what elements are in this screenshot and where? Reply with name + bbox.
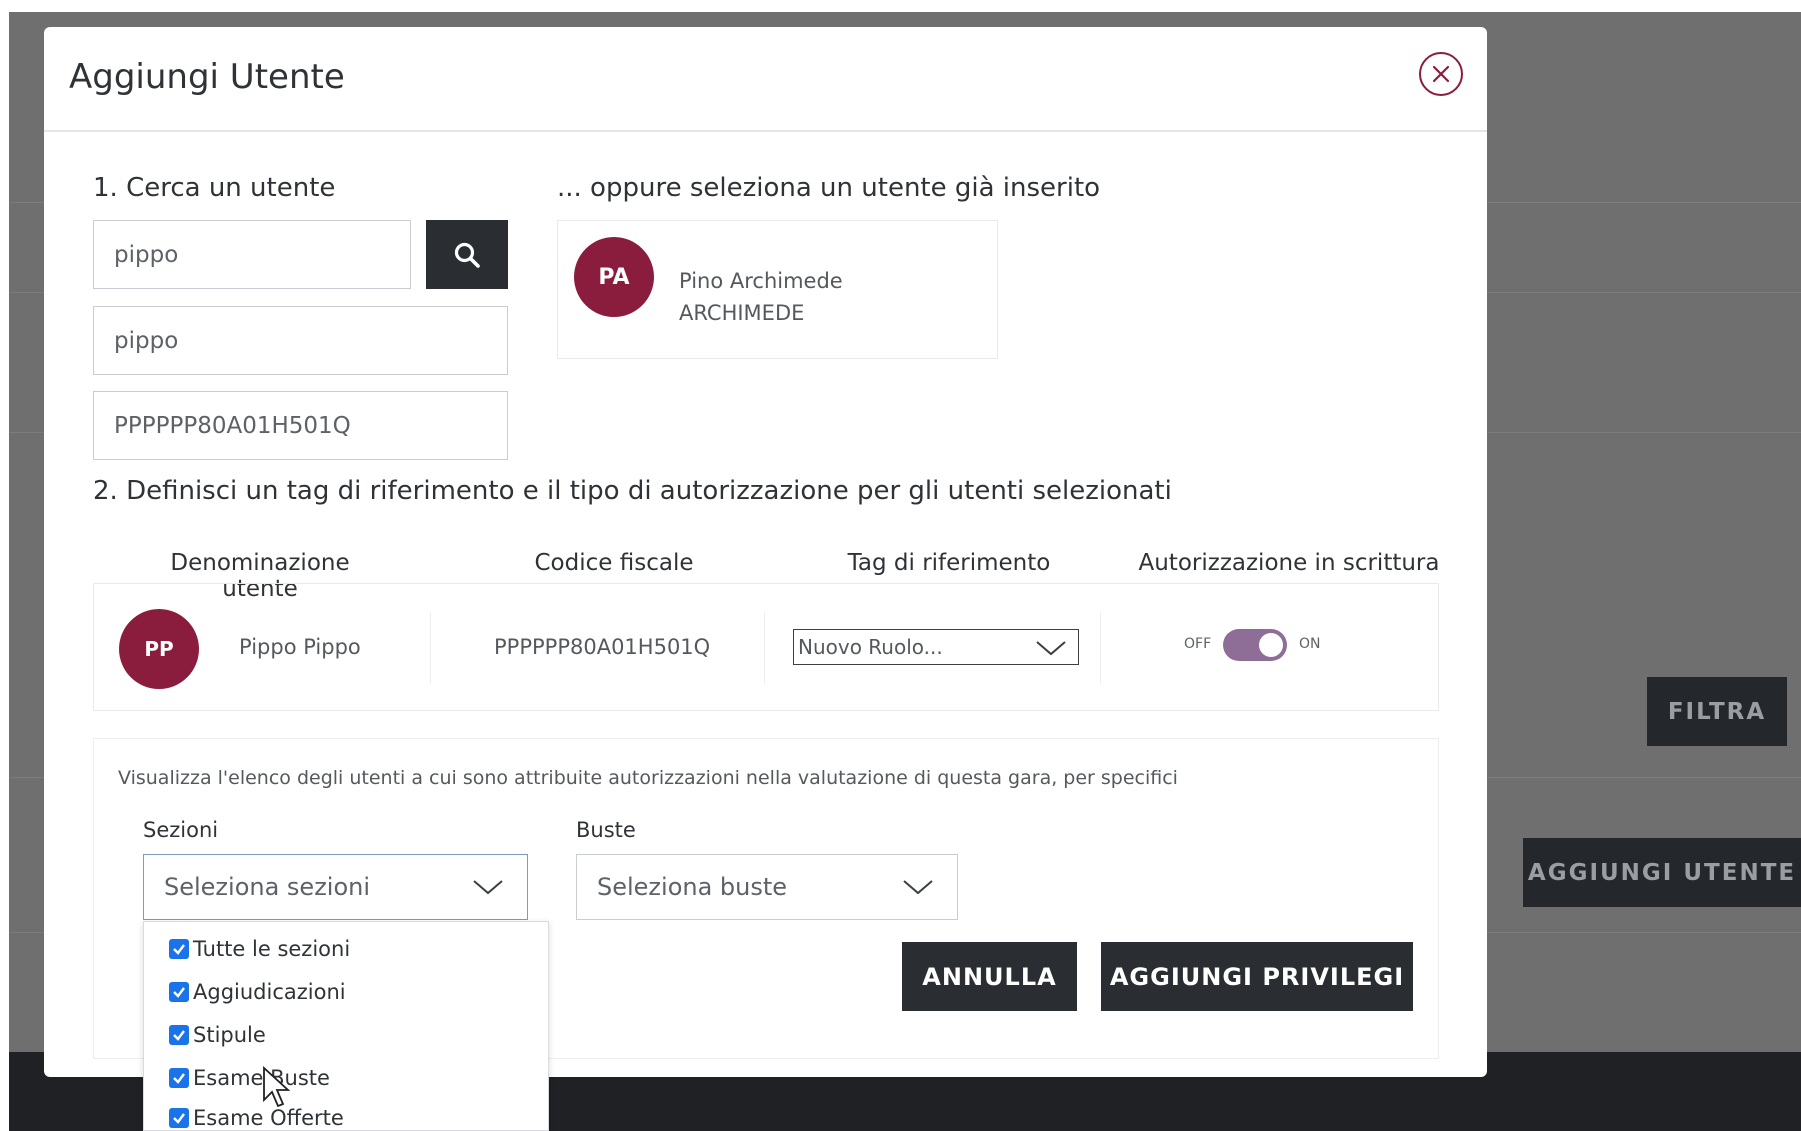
filter-button[interactable]: FILTRA [1647, 677, 1787, 746]
toggle-knob [1259, 633, 1283, 657]
user-name-cell: Pippo Pippo [239, 635, 361, 659]
add-user-modal: Aggiungi Utente 1. Cerca un utente pippo… [44, 27, 1487, 1077]
sections-dropdown: Tutte le sezioni Aggiudicazioni Stipule … [143, 921, 549, 1131]
fiscal-code-field[interactable]: PPPPPP80A01H501Q [93, 391, 508, 460]
chevron-down-icon [903, 880, 933, 895]
envelopes-select-placeholder: Seleziona buste [597, 873, 788, 901]
search-input[interactable]: pippo [93, 220, 411, 289]
column-header-tag: Tag di riferimento [847, 550, 1051, 576]
option-all-sections[interactable]: Tutte le sezioni [169, 937, 350, 961]
existing-user-heading: ... oppure seleziona un utente già inser… [557, 173, 1101, 203]
column-divider [764, 612, 765, 684]
write-authorization-toggle[interactable] [1223, 629, 1287, 661]
table-row: PP Pippo Pippo PPPPPP80A01H501Q Nuovo Ru… [93, 583, 1439, 711]
filter-description: Visualizza l'elenco degli utenti a cui s… [118, 767, 1178, 789]
option-esame-buste[interactable]: Esame Buste [169, 1066, 330, 1090]
envelopes-label: Buste [576, 818, 636, 842]
checkbox-checked-icon[interactable] [169, 1025, 189, 1045]
column-header-fiscal-code: Codice fiscale [534, 550, 694, 576]
avatar: PP [119, 609, 199, 689]
chevron-down-icon [473, 880, 503, 895]
cancel-button[interactable]: ANNULLA [902, 942, 1077, 1011]
checkbox-checked-icon[interactable] [169, 1068, 189, 1088]
tag-select[interactable]: Nuovo Ruolo... [793, 629, 1079, 665]
existing-user-name: Pino Archimede ARCHIMEDE [679, 265, 843, 329]
option-label: Aggiudicazioni [193, 980, 346, 1004]
modal-header: Aggiungi Utente [44, 27, 1487, 132]
option-stipule[interactable]: Stipule [169, 1023, 266, 1047]
define-section-heading: 2. Definisci un tag di riferimento e il … [93, 476, 1172, 506]
existing-user-card[interactable]: PA Pino Archimede ARCHIMEDE [557, 220, 998, 359]
modal-title: Aggiungi Utente [69, 57, 345, 97]
envelopes-select[interactable]: Seleziona buste [576, 854, 958, 920]
search-section-heading: 1. Cerca un utente [93, 173, 336, 203]
toggle-off-label: OFF [1184, 636, 1212, 652]
name-field[interactable]: pippo [93, 306, 508, 375]
sections-select-placeholder: Seleziona sezioni [164, 873, 371, 901]
toggle-on-label: ON [1299, 636, 1321, 652]
existing-user-first-line: Pino Archimede [679, 269, 843, 293]
close-icon[interactable] [1419, 52, 1463, 96]
checkbox-checked-icon[interactable] [169, 982, 189, 1002]
tag-select-value: Nuovo Ruolo... [798, 635, 943, 659]
avatar: PA [574, 237, 654, 317]
mouse-cursor-icon [263, 1066, 291, 1108]
existing-user-second-line: ARCHIMEDE [679, 301, 805, 325]
fiscal-code-cell: PPPPPP80A01H501Q [494, 635, 711, 659]
checkbox-checked-icon[interactable] [169, 1108, 189, 1128]
sections-select[interactable]: Seleziona sezioni [143, 854, 528, 920]
option-label: Tutte le sezioni [193, 937, 351, 961]
sections-label: Sezioni [143, 818, 219, 842]
option-aggiudicazioni[interactable]: Aggiudicazioni [169, 980, 346, 1004]
add-user-button[interactable]: AGGIUNGI UTENTE [1523, 838, 1801, 907]
column-header-write-authorization: Autorizzazione in scrittura [1138, 550, 1440, 576]
option-esame-offerte[interactable]: Esame Offerte [169, 1106, 344, 1130]
chevron-down-icon [1036, 641, 1066, 656]
search-button[interactable] [426, 220, 508, 289]
column-divider [1100, 612, 1101, 684]
option-label: Stipule [193, 1023, 266, 1047]
search-icon [454, 242, 480, 268]
add-privileges-button[interactable]: AGGIUNGI PRIVILEGI [1101, 942, 1413, 1011]
checkbox-checked-icon[interactable] [169, 939, 189, 959]
column-divider [430, 612, 431, 684]
